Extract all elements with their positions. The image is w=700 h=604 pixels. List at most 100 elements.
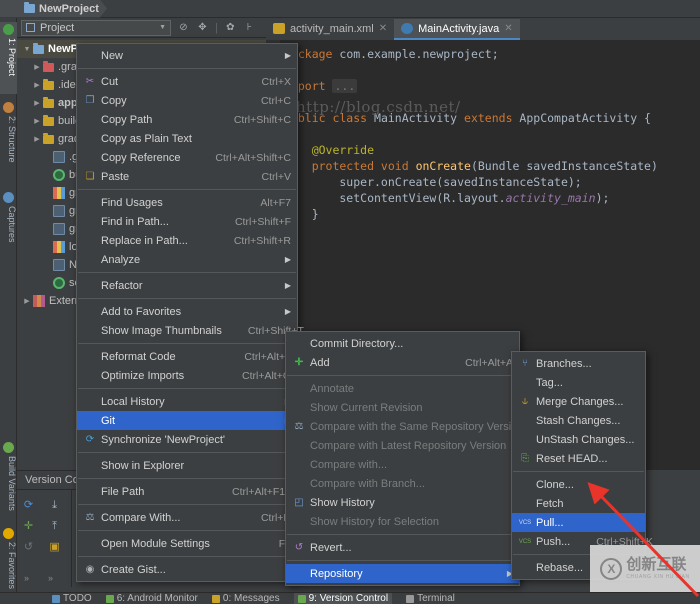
menu-item-show-history-for-selection[interactable]: Show History for Selection bbox=[286, 512, 519, 531]
status-item-android-monitor[interactable]: 6: Android Monitor bbox=[105, 593, 198, 604]
menu-item-compare-with-latest-repository-version[interactable]: Compare with Latest Repository Version bbox=[286, 436, 519, 455]
menu-item-file-path[interactable]: File Path Ctrl+Alt+F12 bbox=[77, 482, 297, 501]
menu-item-stash-changes[interactable]: Stash Changes... bbox=[512, 411, 645, 430]
scroll-from-source-icon[interactable]: ✥ bbox=[196, 21, 209, 34]
menu-item-find-usages[interactable]: Find Usages Alt+F7 bbox=[77, 193, 297, 212]
menu-item-copy-as-plain-text[interactable]: Copy as Plain Text bbox=[77, 129, 297, 148]
menu-item-cut[interactable]: ✂ Cut Ctrl+X bbox=[77, 72, 297, 91]
tree-twisty[interactable]: ▶ bbox=[31, 117, 43, 125]
project-toolbar: Project ▼ ⊘ ✥ | ✿ ⊦ bbox=[17, 18, 266, 38]
menu-item-synchronize-newproject[interactable]: ⟳ Synchronize 'NewProject' bbox=[77, 430, 297, 449]
refresh-icon[interactable]: ⟳ bbox=[17, 494, 40, 514]
collapse-all-icon[interactable]: ⊘ bbox=[177, 21, 190, 34]
menu-item-pull[interactable]: VCS Pull... bbox=[512, 513, 645, 532]
menu-item-revert[interactable]: ↺ Revert... bbox=[286, 538, 519, 557]
vcs-pull-icon: VCS bbox=[518, 519, 532, 526]
menu-item-new[interactable]: New ▶ bbox=[77, 46, 297, 65]
menu-item-label: Show History bbox=[310, 496, 375, 509]
menu-item-repository[interactable]: Repository ▶ bbox=[286, 564, 519, 583]
menu-item-label: Optimize Imports bbox=[101, 369, 185, 382]
status-item-version-control[interactable]: 9: Version Control bbox=[293, 593, 393, 604]
menu-item-git[interactable]: Git▶ bbox=[77, 411, 297, 430]
sidebar-item-favorites[interactable]: 2: Favorites bbox=[0, 526, 17, 598]
close-icon[interactable]: ✕ bbox=[379, 23, 387, 34]
menu-item-shortcut: Ctrl+Shift+F bbox=[234, 215, 291, 228]
menu-item-compare-with-the-same-repository-version[interactable]: ⚖ Compare with the Same Repository Versio… bbox=[286, 417, 524, 436]
sidebar-item-label: 1: Project bbox=[7, 38, 17, 77]
project-view-label: Project bbox=[40, 21, 75, 34]
tree-twisty[interactable]: ▶ bbox=[31, 99, 43, 107]
menu-item-tag[interactable]: Tag... bbox=[512, 373, 645, 392]
menu-item-compare-with[interactable]: ⚖ Compare With... Ctrl+D bbox=[77, 508, 297, 527]
vcs-add-icon[interactable]: ✛ bbox=[17, 515, 40, 535]
tree-twisty[interactable]: ▶ bbox=[31, 135, 43, 143]
settings-icon[interactable]: ✿ bbox=[224, 21, 237, 34]
menu-item-add[interactable]: ✛ Add Ctrl+Alt+A bbox=[286, 353, 519, 372]
status-item-todo[interactable]: TODO bbox=[52, 593, 92, 604]
menu-item-copy-reference[interactable]: Copy Reference Ctrl+Alt+Shift+C bbox=[77, 148, 297, 167]
menu-item-local-history[interactable]: Local History▶ bbox=[77, 392, 297, 411]
menu-item-show-history[interactable]: ◰ Show History bbox=[286, 493, 519, 512]
menu-separator bbox=[78, 478, 296, 479]
menu-item-analyze[interactable]: Analyze ▶ bbox=[77, 250, 297, 269]
menu-item-open-module-settings[interactable]: Open Module SettingsF4 bbox=[77, 534, 297, 553]
project-view-selector[interactable]: Project ▼ bbox=[21, 19, 171, 36]
sidebar-item-captures[interactable]: Captures bbox=[0, 190, 17, 264]
menu-item-label: Show Image Thumbnails bbox=[101, 324, 222, 337]
breadcrumb-project[interactable]: NewProject bbox=[0, 0, 107, 18]
project-context-menu[interactable]: New ▶ ✂ Cut Ctrl+X ❐ Copy Ctrl+C Copy Path Ctrl+S… bbox=[76, 43, 304, 582]
menu-item-compare-with[interactable]: Compare with... bbox=[286, 455, 519, 474]
editor-tab-activity-main-xml[interactable]: activity_main.xml ✕ bbox=[266, 19, 394, 40]
menu-item-commit-directory[interactable]: Commit Directory... bbox=[286, 334, 519, 353]
tree-twisty[interactable]: ▶ bbox=[31, 81, 43, 89]
menu-item-copy[interactable]: ❐ Copy Ctrl+C bbox=[77, 91, 297, 110]
menu-item-show-image-thumbnails[interactable]: Show Image Thumbnails Ctrl+Shift+T bbox=[77, 321, 304, 340]
status-item-label: 0: Messages bbox=[222, 593, 280, 604]
close-icon[interactable]: ✕ bbox=[504, 23, 512, 34]
version-control-toolbar: ⟳ ⤓ ✛ ⤒ ↺ ▣ » » bbox=[17, 490, 72, 587]
sidebar-item-structure[interactable]: 2: Structure bbox=[0, 100, 17, 184]
menu-item-replace-in-path[interactable]: Replace in Path... Ctrl+Shift+R bbox=[77, 231, 297, 250]
revert-icon[interactable]: ↺ bbox=[17, 536, 40, 556]
menu-item-show-in-explorer[interactable]: Show in Explorer bbox=[77, 456, 297, 475]
menu-item-show-current-revision[interactable]: Show Current Revision bbox=[286, 398, 519, 417]
menu-item-refactor[interactable]: Refactor ▶ bbox=[77, 276, 297, 295]
history-icon: ◰ bbox=[294, 497, 304, 508]
git-submenu[interactable]: Commit Directory... ✛ Add Ctrl+Alt+A Annotat… bbox=[285, 331, 524, 586]
collapse-icon[interactable]: ⤓ bbox=[43, 495, 66, 515]
menu-item-merge-changes[interactable]: ⫝ Merge Changes... bbox=[512, 392, 645, 411]
menu-item-clone[interactable]: Clone... bbox=[512, 475, 645, 494]
menu-item-paste[interactable]: ❏ Paste Ctrl+V bbox=[77, 167, 297, 186]
status-item-messages[interactable]: 0: Messages bbox=[211, 593, 280, 604]
expand-icon[interactable]: ⤒ bbox=[43, 516, 66, 536]
status-item-terminal[interactable]: Terminal bbox=[406, 593, 455, 604]
tree-twisty[interactable]: ▼ bbox=[21, 46, 33, 53]
menu-item-fetch[interactable]: Fetch bbox=[512, 494, 645, 513]
menu-item-label: Branches... bbox=[536, 357, 592, 370]
shelve-icon[interactable]: ▣ bbox=[43, 536, 66, 556]
menu-item-optimize-imports[interactable]: Optimize Imports Ctrl+Alt+O bbox=[77, 366, 297, 385]
status-item-label: 6: Android Monitor bbox=[116, 593, 198, 604]
menu-item-compare-with-branch[interactable]: Compare with Branch... bbox=[286, 474, 519, 493]
hide-icon[interactable]: ⊦ bbox=[243, 21, 256, 34]
menu-item-copy-path[interactable]: Copy Path Ctrl+Shift+C bbox=[77, 110, 297, 129]
expand-more-left-icon[interactable]: » bbox=[24, 573, 29, 583]
tree-twisty[interactable]: ▶ bbox=[21, 297, 33, 305]
menu-item-reformat-code[interactable]: Reformat Code Ctrl+Alt+L bbox=[77, 347, 297, 366]
menu-item-annotate[interactable]: Annotate bbox=[286, 379, 519, 398]
menu-item-find-in-path[interactable]: Find in Path... Ctrl+Shift+F bbox=[77, 212, 297, 231]
sidebar-item-project[interactable]: 1: Project bbox=[0, 22, 17, 94]
expand-more-right-icon[interactable]: » bbox=[48, 573, 53, 583]
menu-item-reset-head[interactable]: ⎘ Reset HEAD... bbox=[512, 449, 645, 468]
tree-twisty[interactable]: ▶ bbox=[31, 63, 43, 71]
menu-item-label: File Path bbox=[101, 485, 145, 498]
folder-icon bbox=[43, 78, 54, 90]
branch-icon: ⑂ bbox=[522, 358, 528, 369]
menu-item-create-gist[interactable]: ◉ Create Gist... bbox=[77, 560, 297, 579]
menu-item-add-to-favorites[interactable]: Add to Favorites ▶ bbox=[77, 302, 297, 321]
menu-item-label: Create Gist... bbox=[101, 563, 166, 576]
menu-item-unstash-changes[interactable]: UnStash Changes... bbox=[512, 430, 645, 449]
editor-tab-mainactivity-java[interactable]: MainActivity.java ✕ bbox=[394, 19, 520, 40]
menu-item-branches[interactable]: ⑂ Branches... bbox=[512, 354, 645, 373]
sidebar-item-build-variants[interactable]: Build Variants bbox=[0, 440, 17, 522]
